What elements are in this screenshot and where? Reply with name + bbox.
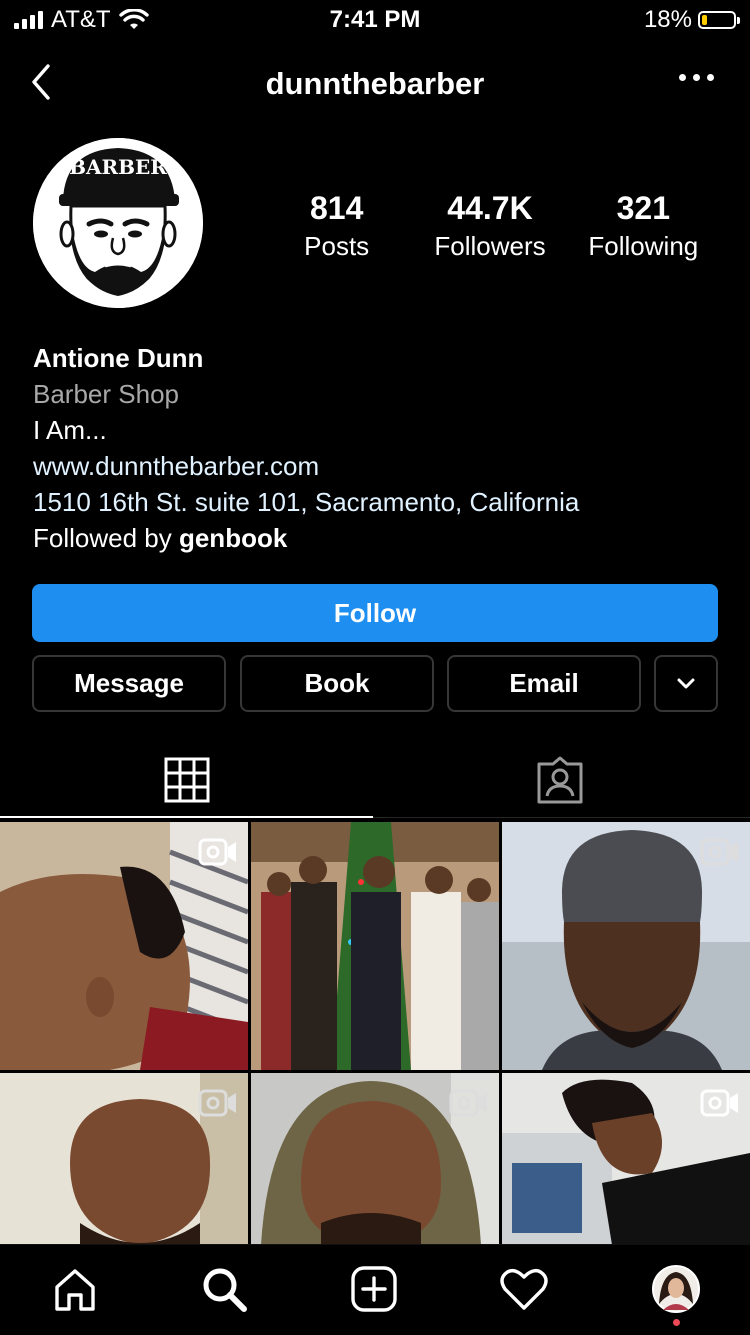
- chevron-down-icon: [677, 678, 695, 688]
- battery-icon: [698, 11, 740, 29]
- status-bar: AT&T 7:41 PM 18%: [0, 0, 750, 40]
- followed-by[interactable]: Followed by genbook: [33, 520, 579, 556]
- tab-grid[interactable]: [0, 740, 373, 820]
- profile-category: Barber Shop: [33, 379, 179, 409]
- address-link[interactable]: 1510 16th St. suite 101, Sacramento, Cal…: [33, 484, 579, 520]
- more-options-button[interactable]: [679, 74, 714, 81]
- email-button[interactable]: Email: [447, 655, 641, 712]
- stat-label: Followers: [434, 231, 546, 261]
- stat-value: 44.7K: [447, 190, 533, 226]
- new-post-icon: [351, 1266, 397, 1312]
- video-camera-icon: [198, 838, 236, 866]
- cap-text: BARBER: [69, 155, 167, 179]
- bio-text: I Am...: [33, 415, 107, 445]
- nav-profile[interactable]: [650, 1263, 702, 1315]
- activity-heart-icon: [500, 1268, 548, 1310]
- more-dots-icon: [679, 74, 686, 81]
- post-thumbnail[interactable]: [251, 822, 499, 1070]
- stat-value: 814: [309, 190, 364, 226]
- tagged-person-icon: [537, 756, 582, 804]
- page-title: dunnthebarber: [265, 66, 485, 101]
- stat-posts[interactable]: 814 Posts: [260, 188, 413, 264]
- bottom-navigation: [0, 1244, 750, 1335]
- post-image: [251, 822, 499, 1070]
- tab-divider: [373, 817, 750, 818]
- battery-fill: [702, 15, 707, 25]
- suggested-accounts-button[interactable]: [654, 655, 718, 712]
- search-icon: [203, 1268, 247, 1312]
- barber-logo-avatar: BARBER: [33, 138, 203, 308]
- stat-value: 321: [616, 190, 671, 226]
- nav-activity[interactable]: [498, 1263, 550, 1315]
- action-buttons-row: Message Book Email: [32, 655, 718, 712]
- home-icon: [55, 1269, 95, 1311]
- active-tab-indicator: [0, 816, 373, 818]
- profile-header: dunnthebarber: [0, 50, 750, 120]
- stat-label: Following: [588, 231, 699, 261]
- status-right: 18%: [643, 6, 740, 34]
- stat-following[interactable]: 321 Following: [567, 188, 720, 264]
- stat-followers[interactable]: 44.7K Followers: [413, 188, 566, 264]
- battery-percent: 18%: [643, 6, 692, 33]
- profile-stats: 814 Posts 44.7K Followers 321 Following: [260, 188, 720, 264]
- profile-tabs: [0, 740, 750, 820]
- status-time: 7:41 PM: [329, 6, 421, 33]
- post-thumbnail[interactable]: [502, 822, 750, 1070]
- profile-bio: Antione Dunn Barber Shop I Am... www.dun…: [33, 340, 579, 556]
- nav-new-post[interactable]: [348, 1263, 400, 1315]
- tab-tagged[interactable]: [373, 740, 746, 820]
- grid-icon: [164, 757, 209, 803]
- post-thumbnail[interactable]: [0, 822, 248, 1070]
- nav-search[interactable]: [198, 1263, 250, 1315]
- video-camera-icon: [198, 1089, 236, 1117]
- followed-by-user: genbook: [178, 523, 288, 553]
- nav-home[interactable]: [49, 1263, 101, 1315]
- posts-grid: [0, 822, 750, 1245]
- video-camera-icon: [700, 838, 738, 866]
- notification-dot: [673, 1319, 680, 1326]
- website-link[interactable]: www.dunnthebarber.com: [33, 448, 579, 484]
- followed-by-prefix: Followed by: [33, 523, 179, 553]
- video-camera-icon: [449, 1089, 487, 1117]
- profile-name: Antione Dunn: [33, 343, 204, 373]
- follow-button[interactable]: Follow: [32, 584, 718, 642]
- book-button[interactable]: Book: [240, 655, 434, 712]
- profile-avatar-icon: [652, 1265, 700, 1313]
- stat-label: Posts: [304, 231, 370, 261]
- message-button[interactable]: Message: [32, 655, 226, 712]
- video-camera-icon: [700, 1089, 738, 1117]
- profile-avatar[interactable]: BARBER: [33, 138, 203, 308]
